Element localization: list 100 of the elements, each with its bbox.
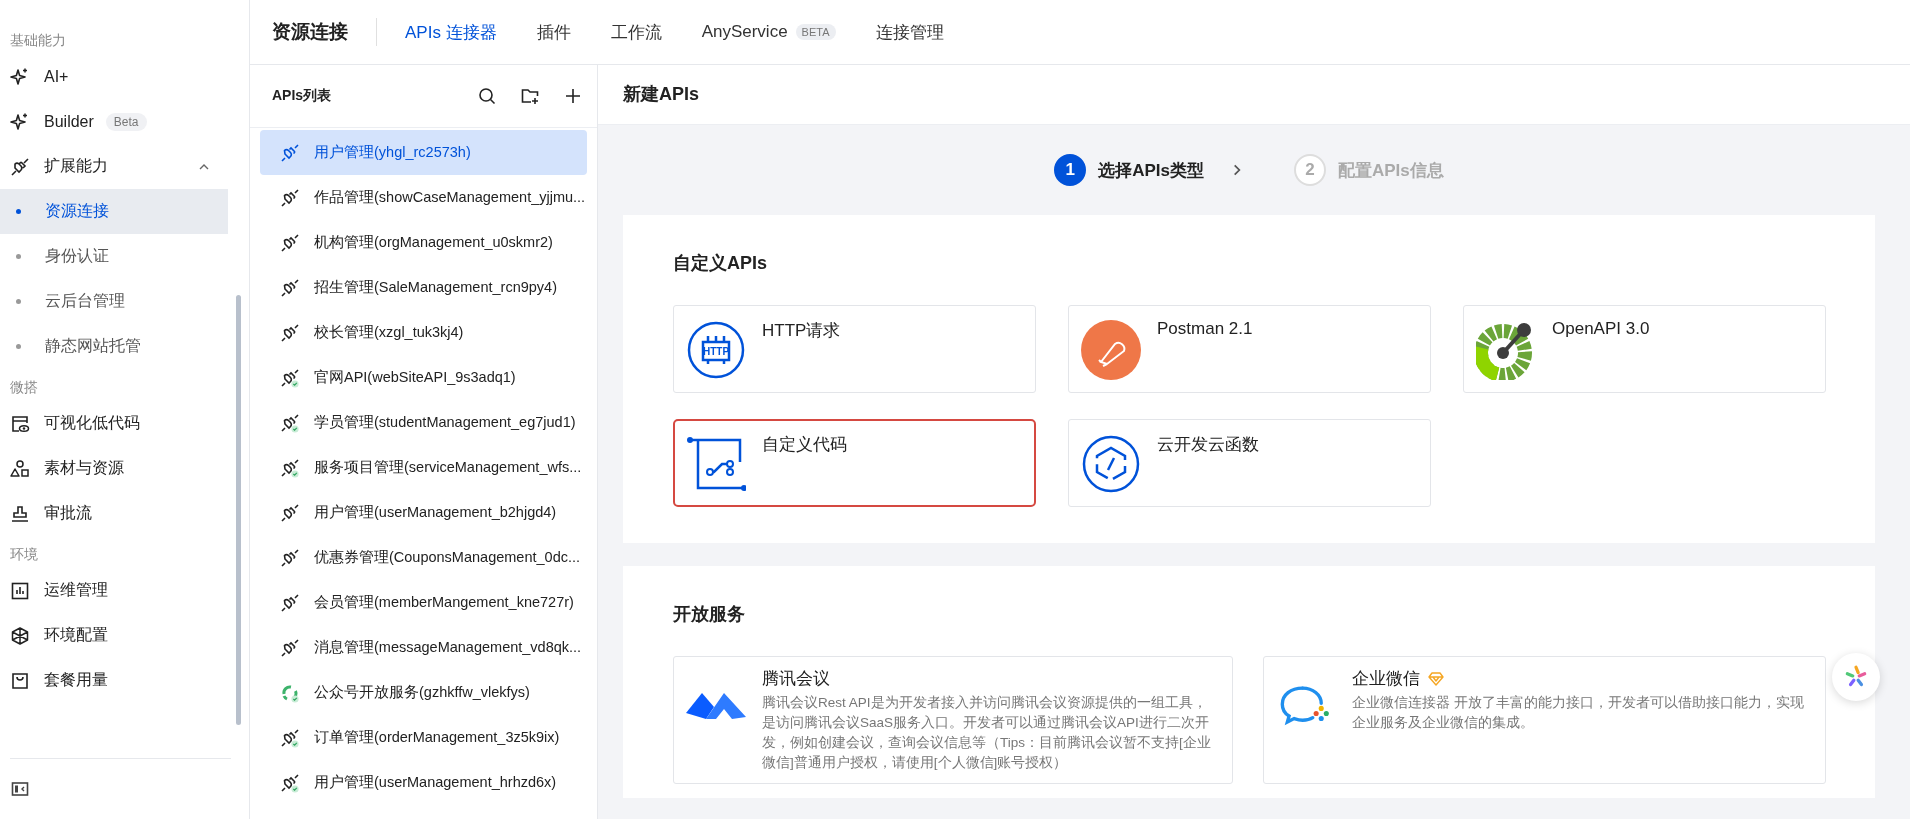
sidebar-subitem[interactable]: 身份认证 [0, 234, 228, 279]
sparkle-icon [10, 111, 30, 132]
api-type-label: OpenAPI 3.0 [1552, 319, 1650, 339]
section-title: 开放服务 [673, 603, 746, 626]
sidebar-item[interactable]: Builder Beta [0, 99, 228, 144]
api-list-item[interactable]: 会员管理(memberMangement_kne727r) [260, 580, 587, 625]
api-list-item[interactable]: 服务项目管理(serviceManagement_wfs... [260, 445, 587, 490]
list-title: APIs列表 [272, 87, 332, 105]
section-title: 自定义APIs [673, 252, 769, 275]
link-icon [280, 187, 300, 208]
sidebar-subitem[interactable]: 云后台管理 [0, 279, 228, 324]
link-check-icon [280, 457, 300, 478]
api-name: 招生管理(SaleManagement_rcn9py4) [314, 278, 557, 297]
sidebar-item[interactable]: 素材与资源 [0, 446, 228, 491]
sidebar-item[interactable]: 套餐用量 [0, 658, 228, 703]
beta-badge: BETA [795, 24, 836, 40]
api-list-item[interactable]: 用户管理(userManagement_b2hjgd4) [260, 490, 587, 535]
sidebar-item[interactable]: 运维管理 [0, 568, 228, 613]
beta-badge: Beta [105, 112, 147, 131]
api-list-item[interactable]: 机构管理(orgManagement_u0skmr2) [260, 220, 587, 265]
api-list-item[interactable]: 用户管理(yhgl_rc2573h) [260, 130, 587, 175]
link-icon [280, 322, 300, 343]
api-list-item[interactable]: 用户管理(userManagement_hrhzd6x) [260, 760, 587, 805]
api-type-card[interactable]: OpenAPI 3.0 [1463, 305, 1826, 393]
sidebar-item-label: 可视化低代码 [44, 413, 140, 433]
step-number: 2 [1294, 154, 1326, 186]
search-icon[interactable] [477, 86, 497, 106]
sidebar-item[interactable]: 环境配置 [0, 613, 228, 658]
link-icon [280, 592, 300, 613]
api-list-item[interactable]: 学员管理(studentManagement_eg7jud1) [260, 400, 587, 445]
link-check-icon [280, 772, 300, 793]
sparkle-icon [10, 66, 30, 87]
api-type-card[interactable]: HTTP HTTP请求 [673, 305, 1036, 393]
step-number: 1 [1054, 154, 1087, 186]
api-name: 用户管理(yhgl_rc2573h) [314, 143, 471, 162]
sidebar-item-label: 运维管理 [44, 580, 108, 600]
service-card[interactable]: 腾讯会议 腾讯会议Rest API是为开发者接入并访问腾讯会议资源提供的一组工具，是访问腾讯会议SaaS服务入口。开发者可以通过腾讯会议API进行二次开发，例如创建会议，查询会议信息等（Tips：目前腾讯会议暂不支持[企业微信]普通用户授权，请使用[个人微信]账号授权） [673, 656, 1233, 784]
sidebar-item-label: 扩展能力 [44, 156, 108, 176]
sidebar-subitem[interactable]: 资源连接 [0, 189, 228, 234]
api-name: 公众号开放服务(gzhkffw_vlekfys) [314, 683, 530, 702]
api-type-card[interactable]: 自定义代码 [673, 419, 1036, 507]
step-label: 选择APIs类型 [1098, 159, 1204, 182]
sidebar-subitem[interactable]: 静态网站托管 [0, 324, 228, 369]
nav-tab[interactable]: APIs 连接器 [405, 20, 497, 44]
link-icon [280, 502, 300, 523]
api-type-label: HTTP请求 [762, 320, 841, 342]
shapes-icon [10, 458, 30, 479]
api-name: 用户管理(userManagement_b2hjgd4) [314, 503, 557, 522]
api-list-item[interactable]: 优惠券管理(CouponsManagement_0dc... [260, 535, 587, 580]
page-eye-icon [10, 413, 30, 434]
api-list-item[interactable]: 公众号开放服务(gzhkffw_vlekfys) [260, 670, 587, 715]
chart-icon [10, 580, 30, 601]
step-label: 配置APIs信息 [1338, 159, 1444, 182]
nav-tab[interactable]: 插件 [536, 20, 571, 44]
section-label: 微搭 [9, 378, 39, 397]
link-icon [280, 277, 300, 298]
api-name: 机构管理(orgManagement_u0skmr2) [314, 233, 553, 252]
collapse-sidebar-icon[interactable] [10, 779, 30, 799]
link-icon [280, 547, 300, 568]
plug-icon [10, 156, 30, 177]
service-title: 腾讯会议 [762, 668, 830, 690]
sidebar-item[interactable]: 可视化低代码 [0, 401, 228, 446]
link-check-icon [280, 367, 300, 388]
api-list-item[interactable]: 作品管理(showCaseManagement_yjjmu... [260, 175, 587, 220]
scrollbar[interactable] [236, 295, 241, 725]
nav-tab[interactable]: AnyService BETA [701, 22, 836, 42]
nav-tab[interactable]: 工作流 [610, 20, 662, 44]
api-type-label: 自定义代码 [762, 434, 847, 456]
stamp-icon [10, 503, 30, 524]
nav-tab[interactable]: 连接管理 [875, 20, 944, 44]
api-name: 订单管理(orderManagement_3z5k9ix) [314, 728, 560, 747]
section-label: 基础能力 [9, 31, 67, 50]
recycle-check-icon [280, 682, 300, 703]
sidebar-item-label: Builder [44, 112, 94, 131]
api-list-item[interactable]: 官网API(webSiteAPI_9s3adq1) [260, 355, 587, 400]
api-name: 官网API(webSiteAPI_9s3adq1) [314, 368, 516, 387]
api-type-card[interactable]: 云开发云函数 [1068, 419, 1431, 507]
api-list-item[interactable]: 校长管理(xzgl_tuk3kj4) [260, 310, 587, 355]
api-name: 校长管理(xzgl_tuk3kj4) [314, 323, 464, 342]
link-check-icon [280, 412, 300, 433]
http-icon: HTTP [686, 320, 746, 380]
sidebar-item-label: 环境配置 [44, 625, 108, 645]
service-card[interactable]: 企业微信 企业微信连接器 开放了丰富的能力接口，开发者可以借助接口能力，实现企业服务及企业微信的集成。 [1263, 656, 1826, 784]
api-list-item[interactable]: 订单管理(orderManagement_3z5k9ix) [260, 715, 587, 760]
code-flow-icon [686, 434, 746, 494]
api-name: 用户管理(userManagement_hrhzd6x) [314, 773, 557, 792]
api-list-item[interactable]: 消息管理(messageManagement_vd8qk... [260, 625, 587, 670]
add-icon[interactable] [563, 86, 583, 106]
api-list-item[interactable]: 招生管理(SaleManagement_rcn9py4) [260, 265, 587, 310]
postman-rocket-icon [1081, 320, 1141, 380]
new-folder-icon[interactable] [520, 86, 540, 106]
sidebar-item-label: 素材与资源 [44, 458, 124, 478]
sidebar-item[interactable]: AI+ [0, 54, 228, 99]
sidebar-item[interactable]: 审批流 [0, 491, 228, 536]
api-type-card[interactable]: Postman 2.1 [1068, 305, 1431, 393]
api-type-label: 云开发云函数 [1157, 434, 1259, 456]
service-description: 腾讯会议Rest API是为开发者接入并访问腾讯会议资源提供的一组工具，是访问腾讯会议SaaS服务入口。开发者可以通过腾讯会议API进行二次开发，例如创建会议，查询会议信息等（Tips：目前腾讯会议暂不支持[企业微信]普通用户授权，请使用[个人微信]账号授权） [762, 694, 1212, 772]
page-title: 资源连接 [272, 20, 348, 44]
sidebar-item[interactable]: 扩展能力 [0, 144, 228, 189]
section-label: 环境 [9, 545, 39, 564]
